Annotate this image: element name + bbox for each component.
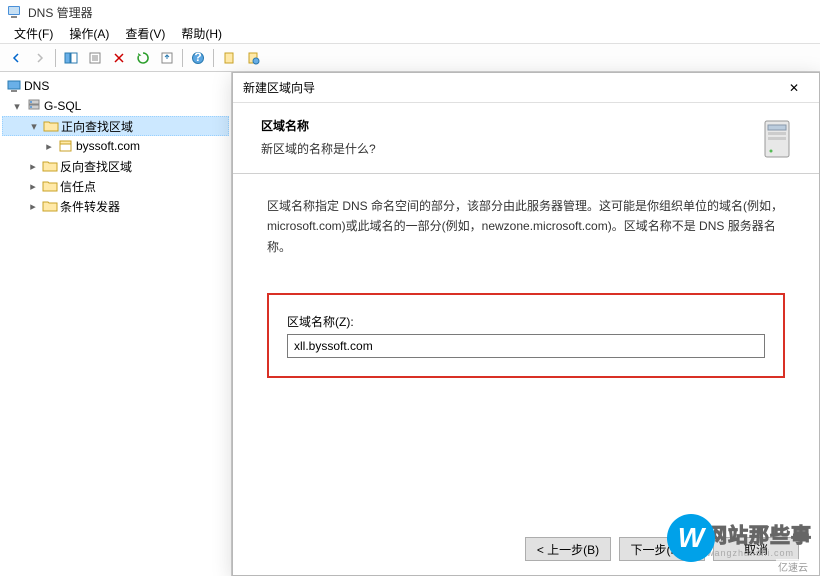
zone-name-label: 区域名称(Z): [287,313,765,330]
tree-conditional-forwarders[interactable]: ▸ 条件转发器 [2,196,229,216]
tree-label: 条件转发器 [60,198,120,215]
toolbar-new-button[interactable] [218,47,240,69]
provider-stamp: 亿速云 [776,559,810,574]
menu-help[interactable]: 帮助(H) [173,23,230,44]
tree-server[interactable]: ▾ G-SQL [2,96,229,116]
dns-app-icon [6,4,22,20]
wizard-header: 区域名称 新区域的名称是什么? [233,103,819,174]
content-pane: 新建区域向导 ✕ 区域名称 新区域的名称是什么? 区域名称指定 DNS 命名空间… [232,72,820,576]
menu-action[interactable]: 操作(A) [61,23,117,44]
tree-trust-points[interactable]: ▸ 信任点 [2,176,229,196]
expander-icon[interactable]: ▸ [42,140,56,153]
menu-view[interactable]: 查看(V) [117,23,173,44]
wizard-title-text: 新建区域向导 [243,79,779,96]
wizard-description: 区域名称指定 DNS 命名空间的部分，该部分由此服务器管理。这可能是你组织单位的… [267,196,785,257]
zone-icon [58,138,74,154]
next-button[interactable]: 下一步(N) > [619,537,705,561]
server-icon [26,98,42,114]
nav-back-button[interactable] [5,47,27,69]
folder-icon [42,198,58,214]
close-icon: ✕ [789,81,799,95]
tree-label: byssoft.com [76,139,140,153]
toolbar-sep [213,49,214,67]
tree-label: G-SQL [44,99,81,113]
expander-icon[interactable]: ▾ [27,120,41,133]
tree-label: 反向查找区域 [60,158,132,175]
tree-label: DNS [24,79,49,93]
dns-root-icon [6,78,22,94]
wizard-heading: 区域名称 [261,117,755,134]
toolbar-show-hide-button[interactable] [60,47,82,69]
toolbar-sep [182,49,183,67]
toolbar-help-button[interactable]: ? [187,47,209,69]
wizard-buttons: < 上一步(B) 下一步(N) > 取消 [525,537,799,561]
folder-icon [42,178,58,194]
tree-reverse-lookup[interactable]: ▸ 反向查找区域 [2,156,229,176]
toolbar-properties-button[interactable] [84,47,106,69]
tree-label: 正向查找区域 [61,118,133,135]
app-title-text: DNS 管理器 [28,4,93,21]
toolbar-refresh-button[interactable] [132,47,154,69]
toolbar-delete-button[interactable] [108,47,130,69]
toolbar-sep [55,49,56,67]
cancel-button[interactable]: 取消 [713,537,799,561]
nav-fwd-button[interactable] [29,47,51,69]
zone-name-input[interactable] [287,334,765,358]
main-area: DNS ▾ G-SQL ▾ 正向查找区域 ▸ byssoft.com ▸ 反向查… [0,72,820,576]
tree-root-dns[interactable]: DNS [2,76,229,96]
folder-open-icon [43,118,59,134]
tree-forward-lookup[interactable]: ▾ 正向查找区域 [2,116,229,136]
zone-name-fieldset: 区域名称(Z): [267,293,785,378]
tree-label: 信任点 [60,178,96,195]
wizard-titlebar: 新建区域向导 ✕ [233,73,819,103]
expander-icon[interactable]: ▸ [26,160,40,173]
expander-icon[interactable]: ▸ [26,200,40,213]
close-button[interactable]: ✕ [779,77,809,99]
expander-icon[interactable]: ▸ [26,180,40,193]
toolbar-export-button[interactable] [156,47,178,69]
expander-icon[interactable]: ▾ [10,100,24,113]
tree-zone-byssoft[interactable]: ▸ byssoft.com [2,136,229,156]
tree-pane[interactable]: DNS ▾ G-SQL ▾ 正向查找区域 ▸ byssoft.com ▸ 反向查… [0,72,232,576]
wizard-body: 区域名称指定 DNS 命名空间的部分，该部分由此服务器管理。这可能是你组织单位的… [233,174,819,400]
back-button[interactable]: < 上一步(B) [525,537,611,561]
server-header-icon [755,117,799,161]
menubar: 文件(F) 操作(A) 查看(V) 帮助(H) [0,24,820,44]
new-zone-wizard: 新建区域向导 ✕ 区域名称 新区域的名称是什么? 区域名称指定 DNS 命名空间… [232,72,820,576]
wizard-subheading: 新区域的名称是什么? [261,140,755,157]
app-titlebar: DNS 管理器 [0,0,820,24]
toolbar: ? [0,44,820,72]
svg-text:?: ? [194,51,201,64]
toolbar-filter-button[interactable] [242,47,264,69]
menu-file[interactable]: 文件(F) [6,23,61,44]
folder-icon [42,158,58,174]
